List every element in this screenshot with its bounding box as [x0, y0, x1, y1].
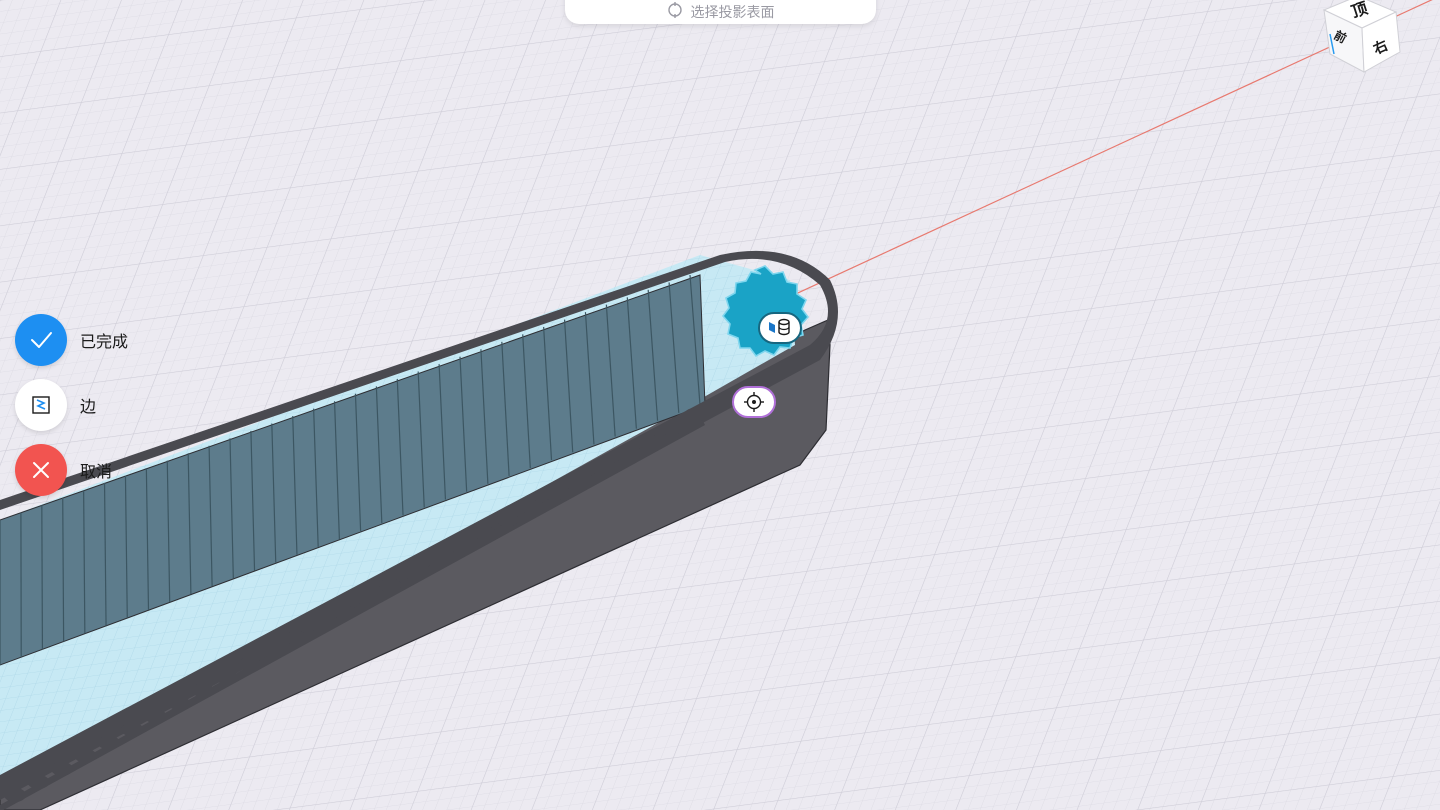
belt-hole: [144, 709, 167, 724]
edge-label: 边: [80, 397, 97, 416]
belt-hole: [168, 696, 191, 711]
belt-hole: [238, 656, 261, 671]
belt-hole: [566, 473, 589, 488]
belt-hole: [332, 604, 355, 619]
belt-hole: [660, 421, 683, 436]
prompt-text: 选择投影表面: [690, 5, 775, 21]
target-icon: [667, 2, 683, 22]
cancel-circle[interactable]: [15, 444, 67, 496]
belt-hole: [355, 591, 378, 606]
belt-hole: [590, 460, 613, 475]
3d-viewport[interactable]: [0, 0, 1440, 810]
belt-hole: [308, 617, 331, 632]
belt-hole: [402, 565, 425, 580]
checkmark-icon: [31, 332, 52, 348]
view-cube[interactable]: 顶 右 前: [1318, 0, 1404, 80]
belt-hole: [121, 722, 144, 737]
belt-hole: [285, 630, 308, 645]
done-button[interactable]: 已完成: [15, 314, 128, 366]
belt-hole: [74, 748, 97, 763]
belt-hole: [519, 499, 542, 514]
project-surface-handle[interactable]: [758, 312, 802, 344]
belt-hole: [684, 408, 706, 422]
belt-hole: [97, 735, 120, 750]
belt-hole: [426, 552, 449, 567]
belt-hole: [191, 683, 214, 698]
belt-hole: [472, 525, 495, 540]
belt-hole: [637, 434, 660, 449]
belt-hole: [261, 643, 284, 658]
belt-hole: [449, 539, 472, 554]
done-circle[interactable]: [15, 314, 67, 366]
close-icon: [33, 462, 49, 478]
edge-button[interactable]: 边: [15, 379, 96, 431]
belt-hole: [50, 761, 73, 776]
edge-circle[interactable]: [15, 379, 67, 431]
belt-hole: [4, 788, 26, 802]
belt-hole: [215, 670, 238, 685]
selection-prompt-bar: 选择投影表面: [565, 0, 876, 24]
target-point-handle[interactable]: [732, 386, 776, 418]
belt-rib: [41, 505, 44, 650]
belt-hole: [613, 447, 636, 462]
edge-select-icon: [32, 396, 50, 414]
cancel-button[interactable]: 取消: [15, 444, 112, 496]
belt-hole: [543, 486, 566, 501]
belt-hole: [496, 512, 519, 527]
belt-hole: [27, 774, 50, 789]
cancel-label: 取消: [80, 462, 113, 481]
done-label: 已完成: [80, 332, 129, 351]
belt-hole: [379, 578, 402, 593]
